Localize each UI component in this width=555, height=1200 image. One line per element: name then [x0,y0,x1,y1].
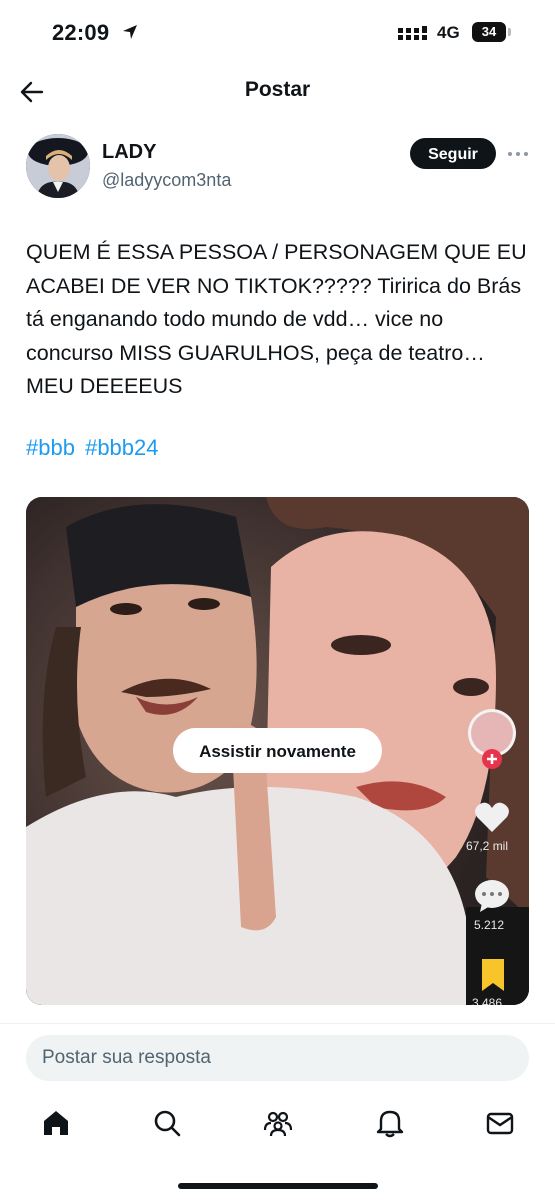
author-handle[interactable]: @ladyycom3nta [102,170,231,191]
avatar[interactable] [26,134,90,198]
more-options-icon[interactable] [505,144,531,164]
author-name[interactable]: LADY [102,141,156,164]
status-time: 22:09 [52,20,110,45]
bookmark-icon [482,959,504,991]
comments-count: 5.212 [474,918,505,932]
comment-icon [475,880,509,912]
status-bar: 22:09 4G 34 [0,0,555,66]
reply-input[interactable] [26,1035,529,1081]
avatar-image [26,134,90,198]
location-arrow-icon [123,25,137,39]
post-text: QUEM É ESSA PESSOA / PERSONAGEM QUE EU A… [26,240,527,398]
signal-icon [398,26,427,40]
replay-button[interactable]: Assistir novamente [173,728,382,773]
network-type: 4G [437,23,460,42]
page-title: Postar [244,78,311,101]
battery-indicator: 34 [472,22,506,42]
hashtags: #bbb #bbb24 [26,435,163,461]
top-bar: Postar [0,66,555,116]
battery-tip [508,28,511,36]
likes-count: 67,2 mil [466,839,509,853]
notifications-icon[interactable] [375,1108,405,1138]
hashtag-link[interactable]: #bbb24 [85,435,158,460]
home-indicator [178,1183,378,1189]
creator-avatar-icon [468,709,516,769]
communities-icon[interactable] [263,1108,293,1138]
saves-count: 3.486 [472,996,503,1005]
home-icon[interactable] [41,1108,71,1138]
messages-icon[interactable] [485,1108,515,1138]
divider [0,1023,555,1024]
hashtag-link[interactable]: #bbb [26,435,75,460]
follow-button[interactable]: Seguir [410,138,496,169]
video-player[interactable]: Assistir novamente 67,2 mil 5.212 3.486 [26,497,529,1005]
heart-icon [475,802,509,832]
search-icon[interactable] [152,1108,182,1138]
